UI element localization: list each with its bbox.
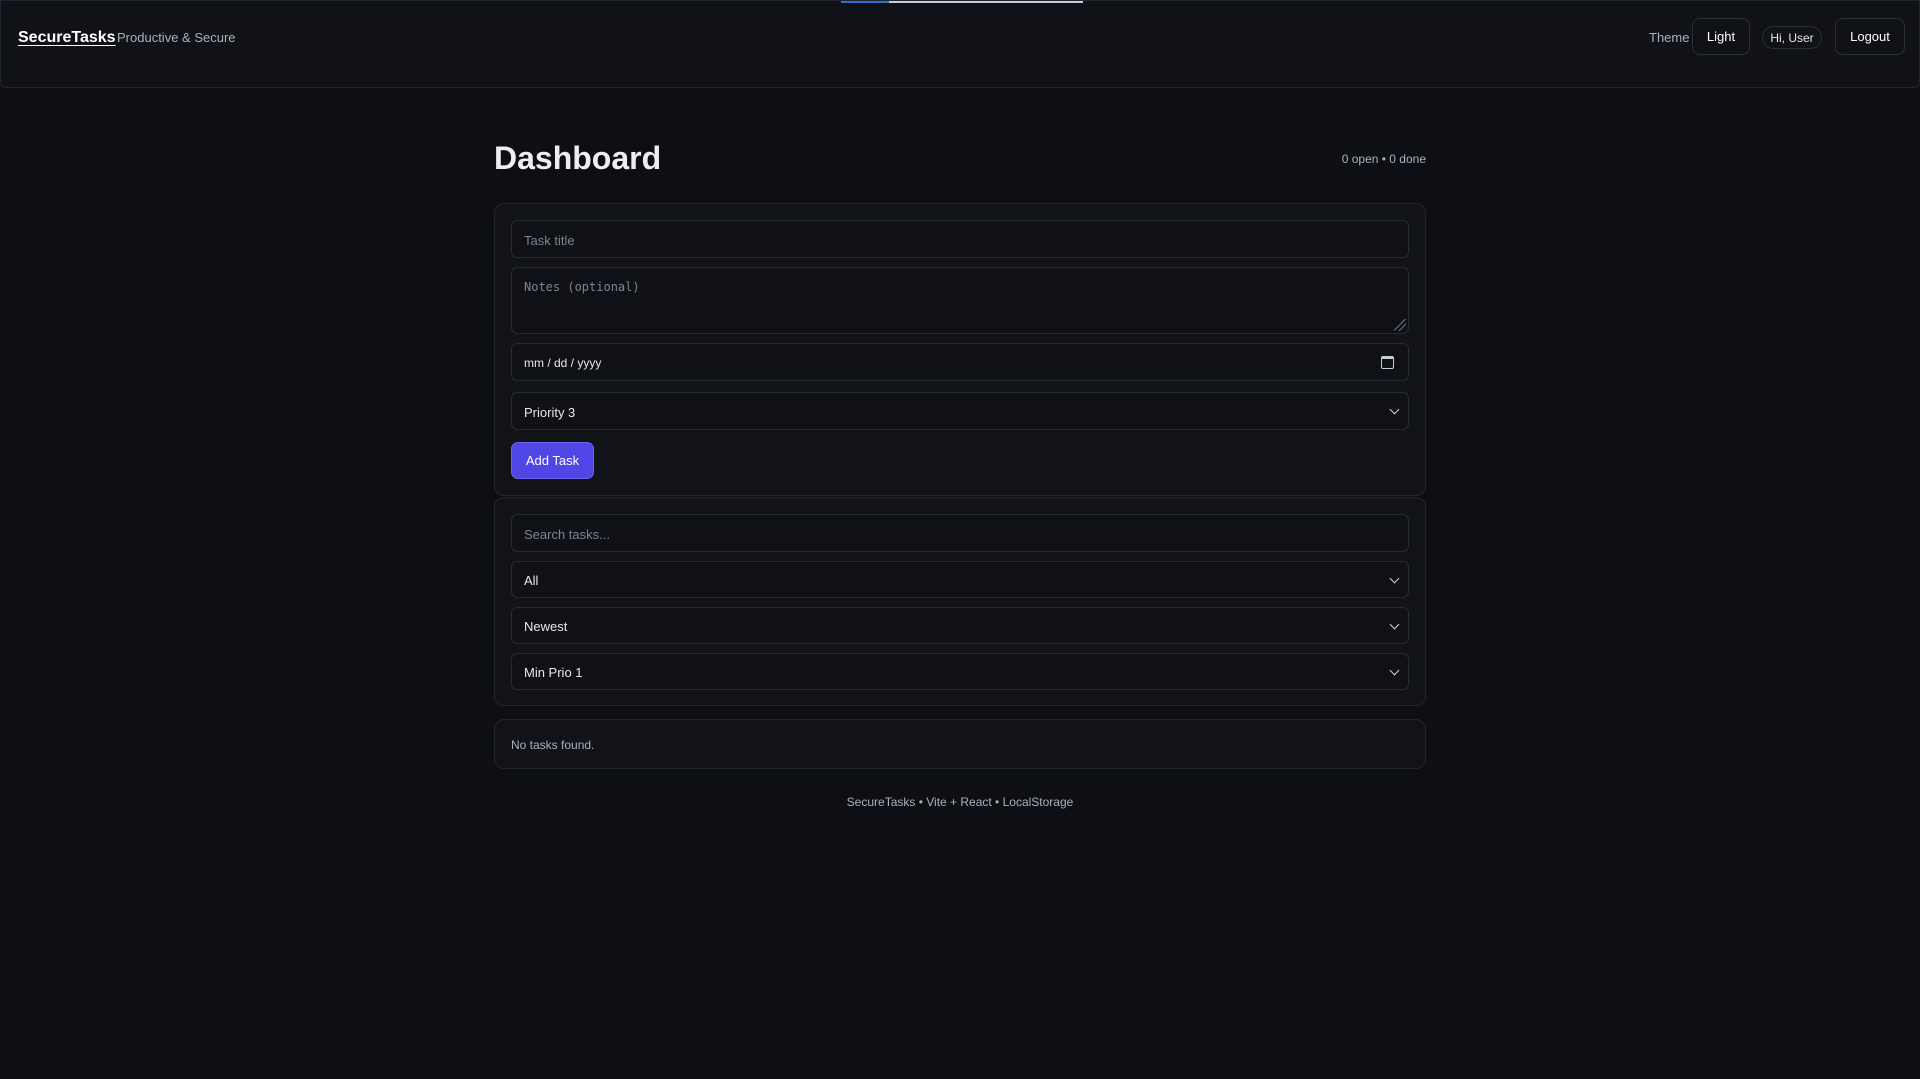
chevron-down-icon <box>1389 619 1400 630</box>
top-navbar: SecureTasks Productive & Secure Theme Li… <box>0 0 1920 88</box>
task-title-input[interactable]: Task title <box>511 220 1409 258</box>
add-task-button[interactable]: Add Task <box>511 442 594 479</box>
sort-select[interactable]: Newest <box>511 607 1409 644</box>
page-title: Dashboard <box>494 140 662 176</box>
due-date-input[interactable]: mm / dd / yyyy <box>511 343 1409 381</box>
task-notes-placeholder: Notes (optional) <box>524 280 640 294</box>
search-placeholder: Search tasks... <box>524 527 610 542</box>
empty-state-message: No tasks found. <box>511 738 595 752</box>
due-date-placeholder: mm / dd / yyyy <box>524 356 602 370</box>
brand-tagline: Productive & Secure <box>117 30 236 45</box>
status-filter-select[interactable]: All <box>511 561 1409 598</box>
chevron-down-icon <box>1389 404 1400 415</box>
theme-label: Theme <box>1649 30 1690 45</box>
task-notes-textarea[interactable]: Notes (optional) <box>511 267 1409 334</box>
theme-toggle-button[interactable]: Light <box>1692 18 1750 55</box>
min-priority-select[interactable]: Min Prio 1 <box>511 653 1409 690</box>
chevron-down-icon <box>1389 665 1400 676</box>
status-filter-value: All <box>524 573 539 588</box>
min-priority-value: Min Prio 1 <box>524 665 583 680</box>
add-task-card: Task title Notes (optional) mm / dd / yy… <box>494 203 1426 496</box>
brand-link[interactable]: SecureTasks <box>18 29 116 47</box>
priority-select-value: Priority 3 <box>524 405 576 420</box>
task-title-placeholder: Task title <box>524 233 575 248</box>
logout-button[interactable]: Logout <box>1835 18 1905 55</box>
sort-select-value: Newest <box>524 619 568 634</box>
filter-card: Search tasks... All Newest Min Prio 1 <box>494 497 1426 706</box>
task-list-card: No tasks found. <box>494 719 1426 769</box>
chevron-down-icon <box>1389 573 1400 584</box>
resize-grip-icon[interactable] <box>1394 319 1406 331</box>
loading-progress-bar <box>841 1 1083 3</box>
user-greeting-badge: Hi, User <box>1762 26 1822 49</box>
loading-progress-fill <box>841 1 889 3</box>
page-footer: SecureTasks • Vite + React • LocalStorag… <box>846 795 1074 809</box>
search-input[interactable]: Search tasks... <box>511 514 1409 552</box>
priority-select[interactable]: Priority 3 <box>511 392 1409 430</box>
calendar-icon[interactable] <box>1381 356 1394 369</box>
task-counts: 0 open • 0 done <box>1341 152 1426 166</box>
